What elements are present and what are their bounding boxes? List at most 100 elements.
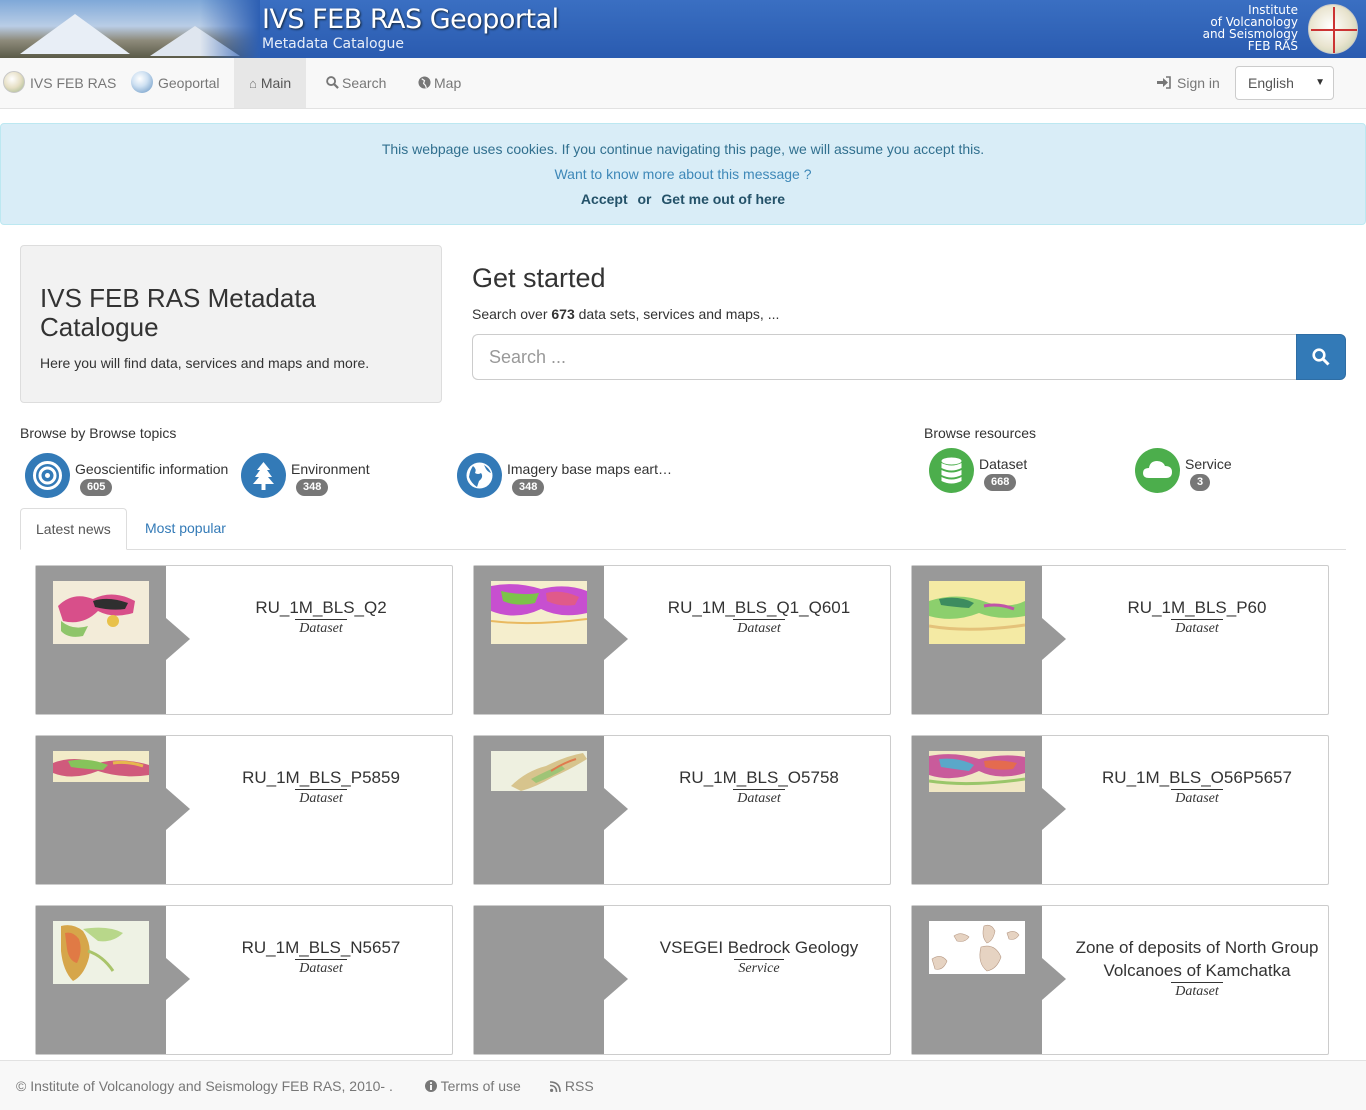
resource-count-badge: 3 [1190,474,1211,491]
card-title[interactable]: RU_1M_BLS_Q2 [196,596,446,619]
card-thumbnail-panel [912,906,1066,1054]
record-card[interactable]: RU_1M_BLS_P5859 Dataset [35,735,453,885]
sign-in-icon [1157,76,1171,89]
tab-most-popular[interactable]: Most popular [130,508,241,550]
record-card[interactable]: RU_1M_BLS_O56P5657 Dataset [911,735,1329,885]
topic-count-badge: 605 [80,479,113,496]
card-type: Dataset [733,619,785,637]
card-title[interactable]: VSEGEI Bedrock Geology [634,936,884,959]
card-thumbnail-panel [474,566,628,714]
globe-icon [418,76,431,89]
card-thumbnail-panel [36,566,190,714]
resource-label: Dataset [979,456,1028,472]
card-text: VSEGEI Bedrock Geology Service [634,936,884,977]
search-button[interactable] [1296,334,1346,380]
institute-name: Institute of Volcanology and Seismology … [1202,3,1298,53]
card-text: RU_1M_BLS_N5657 Dataset [196,936,446,977]
card-type: Dataset [1171,789,1223,807]
footer-terms-link[interactable]: Terms of use [425,1078,521,1094]
record-card[interactable]: RU_1M_BLS_O5758 Dataset [473,735,891,885]
navbar: IVS FEB RAS Geoportal ⌂ Main Search Map S… [0,58,1366,109]
catalogue-title: IVS FEB RAS Metadata Catalogue [40,283,317,342]
footer: © Institute of Volcanology and Seismolog… [0,1060,1366,1110]
institute-logo [1308,4,1358,54]
footer-rss-link[interactable]: RSS [549,1078,594,1094]
cloud-icon [1135,448,1180,493]
topic-count-badge: 348 [296,479,329,496]
card-text: RU_1M_BLS_P60 Dataset [1072,596,1322,637]
record-card[interactable]: VSEGEI Bedrock Geology Service [473,905,891,1055]
topic-environment[interactable]: Environment 348 [241,453,451,503]
nav-ivs-feb-ras[interactable]: IVS FEB RAS [3,58,116,108]
card-title[interactable]: Zone of deposits of North Group Volcanoe… [1072,936,1322,982]
cookie-or: or [637,191,652,207]
globe-icon [457,453,502,498]
resource-count-badge: 668 [984,474,1017,491]
card-text: Zone of deposits of North Group Volcanoe… [1072,936,1322,1000]
card-thumbnail-panel [912,736,1066,884]
cookie-alert: This webpage uses cookies. If you contin… [0,123,1366,225]
topic-label: Imagery base maps earth cover [507,461,673,477]
card-thumbnail-panel [474,736,628,884]
record-card[interactable]: RU_1M_BLS_P60 Dataset [911,565,1329,715]
get-started-summary: Search over 673 data sets, services and … [472,306,780,322]
card-type: Dataset [295,959,347,977]
database-icon [929,448,974,493]
cookie-message: This webpage uses cookies. If you contin… [381,141,985,157]
card-text: RU_1M_BLS_O5758 Dataset [634,766,884,807]
volcano-photo [0,0,260,58]
banner-title: IVS FEB RAS Geoportal [262,4,559,35]
record-card[interactable]: RU_1M_BLS_N5657 Dataset [35,905,453,1055]
record-card[interactable]: RU_1M_BLS_Q2 Dataset [35,565,453,715]
news-tabs: Latest news Most popular [20,508,1346,550]
topic-imagery[interactable]: Imagery base maps earth cover 348 [457,453,673,503]
footer-copyright: © Institute of Volcanology and Seismolog… [16,1078,393,1094]
card-thumbnail-panel [36,906,190,1054]
card-title[interactable]: RU_1M_BLS_P60 [1072,596,1322,619]
map-thumbnail [491,751,587,791]
get-started-title: Get started [472,263,606,293]
card-type: Dataset [295,619,347,637]
cookie-actions: Accept or Get me out of here [1,191,1365,207]
info-icon [425,1080,437,1092]
topic-geoscientific[interactable]: Geoscientific information 605 [25,453,235,503]
map-thumbnail [929,921,1025,974]
target-icon [25,453,70,498]
card-title[interactable]: RU_1M_BLS_Q1_Q601 [634,596,884,619]
card-text: RU_1M_BLS_O56P5657 Dataset [1072,766,1322,807]
cookie-accept-link[interactable]: Accept [581,191,628,207]
cookie-leave-link[interactable]: Get me out of here [661,191,785,207]
banner-subtitle: Metadata Catalogue [262,36,404,52]
card-title[interactable]: RU_1M_BLS_O56P5657 [1072,766,1322,789]
nav-search[interactable]: Search [326,58,386,108]
chevron-down-icon: ▼ [1315,77,1325,88]
map-thumbnail [929,581,1025,644]
resource-service[interactable]: Service 3 [1135,448,1335,498]
resource-dataset[interactable]: Dataset 668 [929,448,1129,498]
card-type: Dataset [1171,619,1223,637]
record-card[interactable]: Zone of deposits of North Group Volcanoe… [911,905,1329,1055]
nav-main[interactable]: ⌂ Main [234,58,307,108]
map-thumbnail [929,751,1025,792]
cookie-more-link[interactable]: Want to know more about this message ? [1,166,1365,182]
card-type: Dataset [733,789,785,807]
nav-map[interactable]: Map [418,58,461,108]
card-title[interactable]: RU_1M_BLS_N5657 [196,936,446,959]
search-icon [326,76,339,89]
card-title[interactable]: RU_1M_BLS_P5859 [196,766,446,789]
search-input[interactable]: Search ... [472,334,1296,380]
language-select[interactable]: English ▼ [1235,66,1334,100]
nav-sign-in[interactable]: Sign in [1157,58,1220,108]
card-type: Dataset [1171,982,1223,1000]
header-banner: IVS FEB RAS Geoportal Metadata Catalogue… [0,0,1366,58]
card-thumbnail-panel [36,736,190,884]
catalogue-intro: IVS FEB RAS Metadata Catalogue Here you … [20,245,442,403]
nav-geoportal[interactable]: Geoportal [131,58,219,108]
browse-resources-heading: Browse resources [924,425,1037,441]
card-title[interactable]: RU_1M_BLS_O5758 [634,766,884,789]
card-text: RU_1M_BLS_Q1_Q601 Dataset [634,596,884,637]
tab-latest-news[interactable]: Latest news [20,508,127,550]
card-thumbnail-panel [474,906,628,1054]
record-card[interactable]: RU_1M_BLS_Q1_Q601 Dataset [473,565,891,715]
topic-label: Geoscientific information [75,461,229,477]
